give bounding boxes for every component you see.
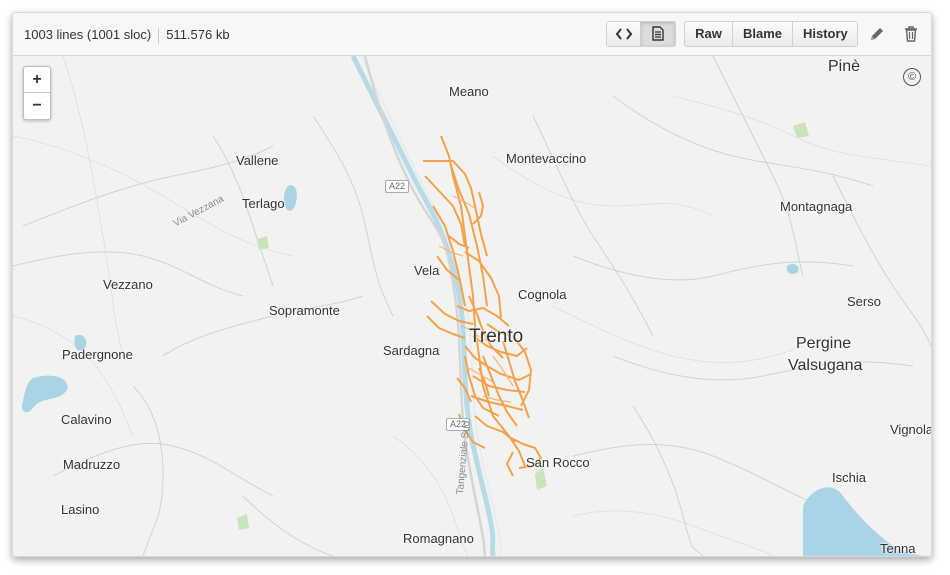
file-actions: Raw Blame History (684, 21, 858, 47)
raw-button[interactable]: Raw (685, 22, 733, 46)
place-serso: Serso (847, 294, 881, 309)
code-icon (615, 28, 632, 40)
file-size: 511.576 kb (166, 27, 230, 42)
zoom-control: + − (23, 66, 51, 120)
place-vallene: Vallene (236, 153, 279, 168)
zoom-in-button[interactable]: + (24, 67, 50, 93)
place-valsugana: Valsugana (788, 357, 863, 374)
file-info: 1003 lines (1001 sloc) 511.576 kb (24, 27, 230, 44)
line-count: 1003 lines (1001 sloc) (24, 27, 152, 42)
place-sardagna: Sardagna (383, 343, 440, 358)
place-vignola: Vignola (890, 422, 931, 437)
place-pergine: Pergine (796, 335, 852, 352)
place-calavino: Calavino (61, 412, 112, 427)
place-montevaccino: Montevaccino (506, 151, 587, 166)
place-san-rocco: San Rocco (526, 455, 590, 470)
place-montagnaga: Montagnaga (780, 199, 853, 214)
highway-shield-a22-north: A22 (385, 180, 410, 193)
file-header: 1003 lines (1001 sloc) 511.576 kb Raw Bla… (13, 13, 931, 56)
pencil-icon[interactable] (868, 25, 886, 43)
zoom-out-button[interactable]: − (24, 93, 50, 119)
place-meano: Meano (449, 84, 489, 99)
place-ischia: Ischia (832, 470, 866, 485)
blame-button[interactable]: Blame (733, 22, 793, 46)
place-sopramonte: Sopramonte (269, 303, 340, 318)
place-vela: Vela (414, 263, 440, 278)
place-trento: Trento (469, 326, 524, 347)
place-cognola: Cognola (518, 287, 567, 302)
place-padergnone: Padergnone (62, 347, 133, 362)
map-base (13, 56, 931, 556)
place-tenna: Tenna (880, 541, 916, 556)
source-view-button[interactable] (607, 22, 641, 46)
trash-icon[interactable] (902, 25, 920, 43)
route-network (423, 135, 542, 477)
file-viewer: 1003 lines (1001 sloc) 511.576 kb Raw Bla… (12, 12, 932, 557)
place-romagnano: Romagnano (403, 531, 474, 546)
rendered-view-button[interactable] (641, 22, 675, 46)
view-toggle (606, 21, 676, 47)
divider (158, 27, 160, 44)
file-text-icon (652, 26, 664, 41)
place-pine: Pinè (828, 58, 861, 75)
map-view[interactable]: + − © A22 A22 Via Vezzana Tangenziale Su… (13, 56, 931, 556)
place-madruzzo: Madruzzo (63, 457, 121, 472)
place-vezzano: Vezzano (103, 277, 153, 292)
history-button[interactable]: History (793, 22, 857, 46)
place-lasino: Lasino (61, 502, 100, 517)
place-terlago: Terlago (242, 196, 285, 211)
attribution-icon[interactable]: © (903, 68, 921, 86)
